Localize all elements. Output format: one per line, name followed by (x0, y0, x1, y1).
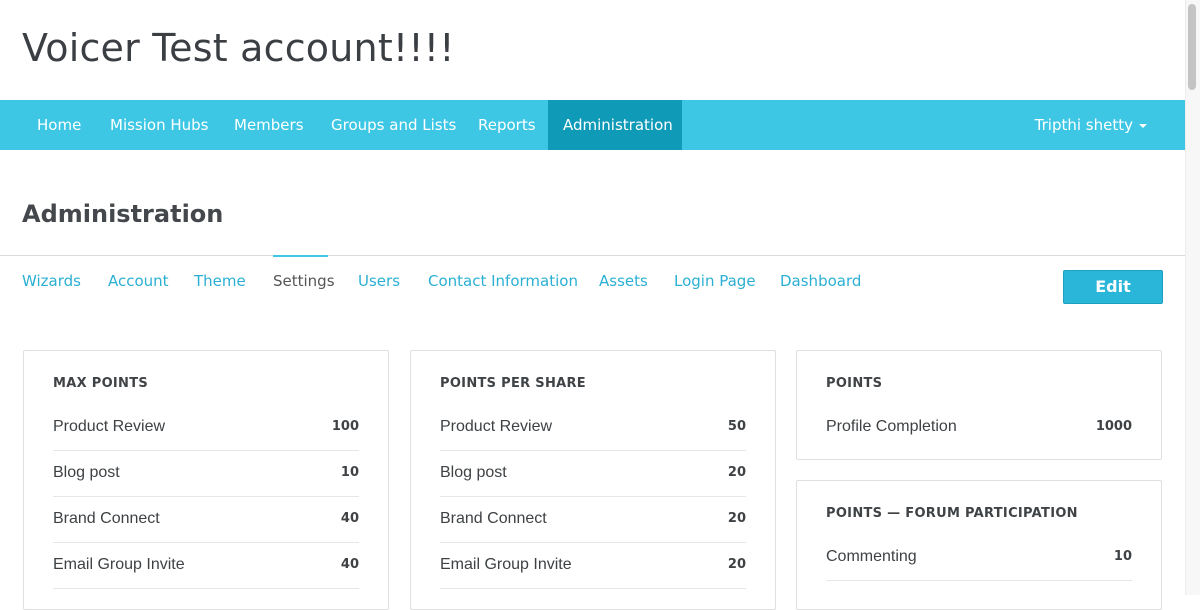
active-tab-indicator (273, 255, 328, 257)
nav-reports[interactable]: Reports (463, 100, 551, 150)
divider (0, 255, 1185, 256)
card-title: POINTS — FORUM PARTICIPATION (826, 506, 1078, 521)
row-label: Product Review (440, 418, 553, 435)
nav-members[interactable]: Members (219, 100, 319, 150)
tab-dashboard[interactable]: Dashboard (780, 266, 861, 296)
main-navbar: Home Mission Hubs Members Groups and Lis… (0, 100, 1185, 150)
card-title: POINTS (826, 376, 883, 391)
tab-contact-information[interactable]: Contact Information (428, 266, 578, 296)
card-title: POINTS PER SHARE (440, 376, 586, 391)
card-points-per-share: POINTS PER SHARE Product Review 50 Blog … (410, 350, 776, 610)
nav-groups-and-lists[interactable]: Groups and Lists (316, 100, 471, 150)
list-item: Profile Completion 1000 (826, 404, 1132, 450)
list-item: Blog post 20 (440, 450, 746, 497)
tab-wizards[interactable]: Wizards (22, 266, 81, 296)
row-value: 20 (727, 465, 746, 480)
tab-settings[interactable]: Settings (273, 266, 335, 296)
list-item: Email Group Invite 20 (440, 542, 746, 589)
list-item: Brand Connect 20 (440, 496, 746, 543)
caret-down-icon (1139, 123, 1147, 128)
tab-users[interactable]: Users (358, 266, 400, 296)
row-label: Email Group Invite (53, 556, 185, 573)
row-label: Product Review (53, 418, 166, 435)
row-label: Brand Connect (53, 510, 160, 527)
tab-assets[interactable]: Assets (599, 266, 648, 296)
row-value: 40 (340, 557, 359, 572)
page-heading: Administration (22, 200, 224, 228)
list-item: Email Group Invite 40 (53, 542, 359, 589)
row-value: 40 (340, 511, 359, 526)
list-item: Commenting 10 (826, 534, 1132, 581)
row-label: Blog post (53, 464, 120, 481)
nav-mission-hubs[interactable]: Mission Hubs (95, 100, 223, 150)
row-value: 10 (340, 465, 359, 480)
list-item: Brand Connect 40 (53, 496, 359, 543)
row-value: 50 (727, 419, 746, 434)
row-label: Profile Completion (826, 418, 957, 435)
user-menu[interactable]: Tripthi shetty (1035, 100, 1147, 150)
card-title: MAX POINTS (53, 376, 149, 391)
nav-administration[interactable]: Administration (548, 100, 682, 150)
tab-account[interactable]: Account (108, 266, 169, 296)
card-max-points: MAX POINTS Product Review 100 Blog post … (23, 350, 389, 610)
row-label: Email Group Invite (440, 556, 572, 573)
row-label: Blog post (440, 464, 507, 481)
row-value: 1000 (1095, 419, 1132, 434)
user-name: Tripthi shetty (1034, 116, 1133, 134)
app-title: Voicer Test account!!!! (22, 26, 455, 70)
row-value: 20 (727, 557, 746, 572)
list-item: Blog post 10 (53, 450, 359, 497)
tab-theme[interactable]: Theme (194, 266, 246, 296)
list-item: Product Review 50 (440, 404, 746, 451)
scrollbar-thumb[interactable] (1188, 4, 1196, 90)
list-item: Product Review 100 (53, 404, 359, 451)
row-value: 100 (331, 419, 359, 434)
edit-button[interactable]: Edit (1063, 270, 1163, 304)
row-value: 20 (727, 511, 746, 526)
card-forum-participation: POINTS — FORUM PARTICIPATION Commenting … (796, 480, 1162, 610)
card-points: POINTS Profile Completion 1000 (796, 350, 1162, 460)
tab-login-page[interactable]: Login Page (674, 266, 756, 296)
row-label: Commenting (826, 548, 917, 565)
nav-home[interactable]: Home (22, 100, 96, 150)
row-label: Brand Connect (440, 510, 547, 527)
row-value: 10 (1113, 549, 1132, 564)
